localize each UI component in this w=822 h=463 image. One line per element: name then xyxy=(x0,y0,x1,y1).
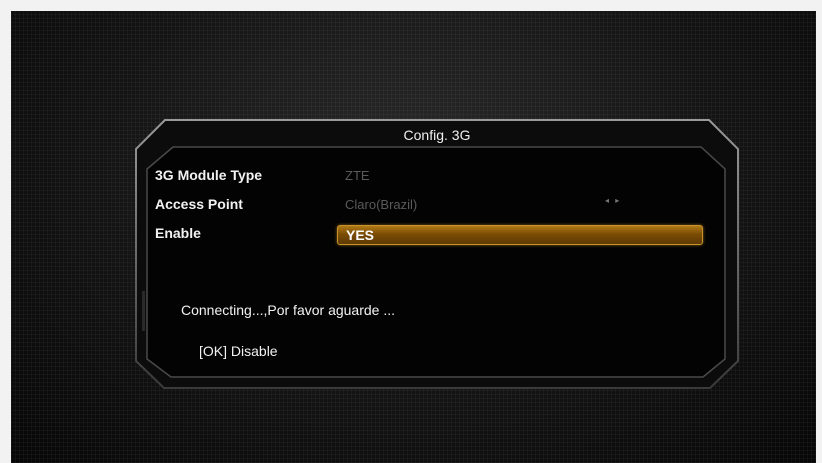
config-3g-dialog: Config. 3G 3G Module Type ZTE Access Poi… xyxy=(135,119,739,389)
status-message: Connecting...,Por favor aguarde ... xyxy=(181,302,396,318)
access-point-value[interactable]: Claro(Brazil) xyxy=(345,197,417,212)
module-type-label: 3G Module Type xyxy=(155,167,263,183)
ok-disable-hint: [OK] Disable xyxy=(199,343,278,359)
enable-label: Enable xyxy=(155,225,201,241)
tv-screen: Config. 3G 3G Module Type ZTE Access Poi… xyxy=(11,11,816,463)
enable-value: YES xyxy=(346,227,375,243)
left-right-arrows-icon: ◂ ▸ xyxy=(605,196,622,205)
dialog-title: Config. 3G xyxy=(403,127,471,143)
access-point-label: Access Point xyxy=(155,196,243,212)
enable-selector[interactable]: YES xyxy=(337,225,703,245)
module-type-value[interactable]: ZTE xyxy=(345,168,370,183)
